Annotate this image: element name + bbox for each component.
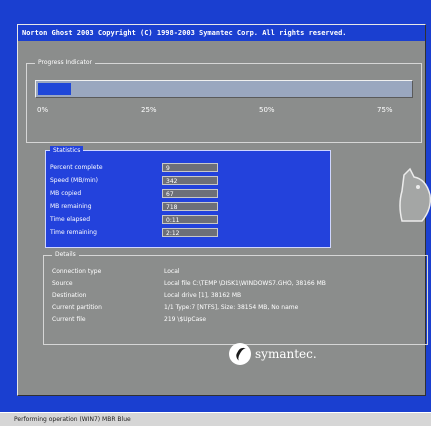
window-title: Norton Ghost 2003 Copyright (C) 1998-200… — [18, 25, 425, 41]
detail-row: Current file 219 \$UpCase — [52, 314, 422, 326]
detail-value: Local — [164, 268, 180, 275]
detail-row: Connection type Local — [52, 266, 422, 278]
tick-25: 25% — [141, 106, 157, 114]
stat-label: Speed (MB/min) — [50, 177, 99, 184]
statistics-panel: Statistics Percent complete 9 Speed (MB/… — [45, 146, 331, 248]
detail-key: Connection type — [52, 268, 102, 275]
stat-label: Percent complete — [50, 164, 103, 171]
detail-row: Destination Local drive [1], 38162 MB — [52, 290, 422, 302]
stat-row: MB copied 67 — [50, 189, 326, 199]
ghost-screen: Norton Ghost 2003 Copyright (C) 1998-200… — [0, 0, 431, 412]
stat-value: 67 — [162, 189, 218, 198]
detail-key: Current partition — [52, 304, 102, 311]
stat-value: 2:12 — [162, 228, 218, 237]
stat-row: Time elapsed 0:11 — [50, 215, 326, 225]
detail-key: Source — [52, 280, 73, 287]
stat-value: 718 — [162, 202, 218, 211]
ghost-window: Norton Ghost 2003 Copyright (C) 1998-200… — [17, 24, 431, 396]
detail-key: Current file — [52, 316, 86, 323]
stat-row: Percent complete 9 — [50, 163, 326, 173]
symantec-logo: symantec. — [229, 343, 317, 365]
progress-fill — [38, 83, 71, 95]
stat-label: MB copied — [50, 190, 82, 197]
tick-0: 0% — [37, 106, 49, 114]
detail-value: 219 \$UpCase — [164, 316, 207, 323]
stat-value: 9 — [162, 163, 218, 172]
progress-bar — [35, 80, 413, 98]
stat-value: 0:11 — [162, 215, 218, 224]
stat-row: MB remaining 718 — [50, 202, 326, 212]
detail-value: 1/1 Type:7 [NTFS], Size: 38154 MB, No na… — [164, 304, 299, 311]
symantec-wordmark: symantec. — [255, 347, 317, 361]
tick-50: 50% — [259, 106, 275, 114]
detail-row: Current partition 1/1 Type:7 [NTFS], Siz… — [52, 302, 422, 314]
symantec-logo-icon — [229, 343, 251, 365]
tick-75: 75% — [377, 106, 393, 114]
taskbar-item[interactable]: Performing operation (WIN7) MBR Blue — [14, 415, 164, 425]
taskbar: Performing operation (WIN7) MBR Blue — [0, 412, 431, 426]
details-label: Details — [52, 250, 79, 260]
progress-indicator-label: Progress Indicator — [35, 58, 96, 68]
ghost-figure-icon — [399, 167, 431, 222]
progress-indicator-group: Progress Indicator 0% 25% 50% 75% — [26, 58, 422, 143]
detail-value: Local file C:\TEMP \DISK1\WINDOWS7.GHO, … — [164, 280, 326, 287]
stat-label: Time elapsed — [50, 216, 91, 223]
stat-label: MB remaining — [50, 203, 92, 210]
detail-value: Local drive [1], 38162 MB — [164, 292, 242, 299]
detail-row: Source Local file C:\TEMP \DISK1\WINDOWS… — [52, 278, 422, 290]
stat-row: Time remaining 2:12 — [50, 228, 326, 238]
stat-value: 342 — [162, 176, 218, 185]
details-group: Details Connection type Local Source Loc… — [43, 250, 428, 345]
detail-key: Destination — [52, 292, 87, 299]
statistics-label: Statistics — [50, 146, 84, 156]
stat-row: Speed (MB/min) 342 — [50, 176, 326, 186]
stat-label: Time remaining — [50, 229, 97, 236]
